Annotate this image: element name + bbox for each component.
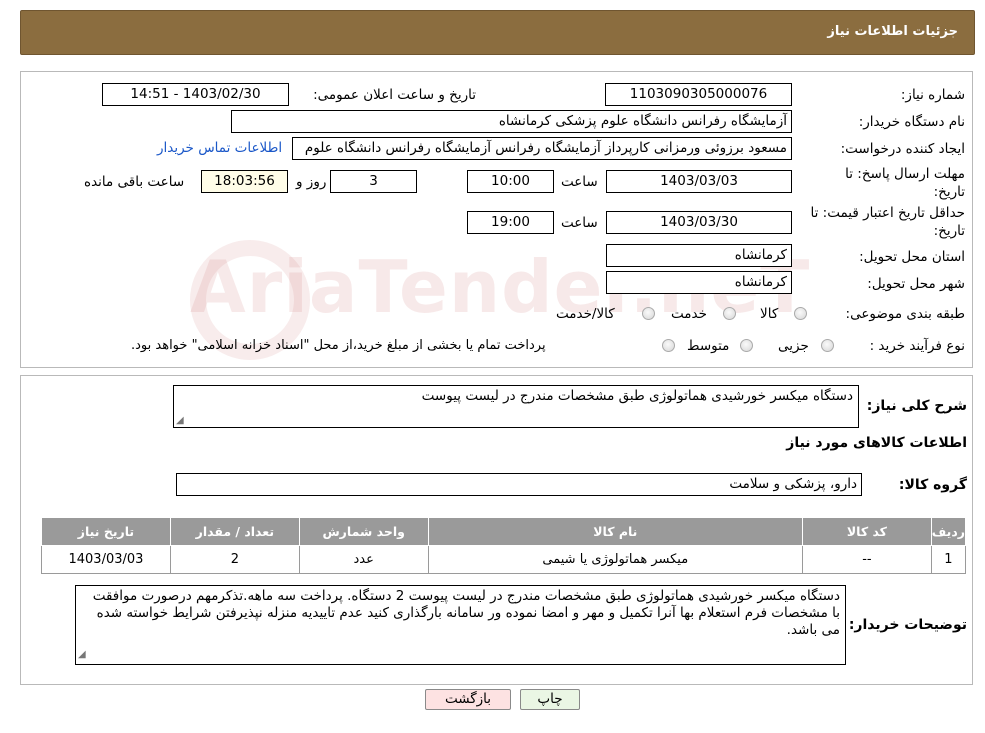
announce-date-field: 1403/02/30 - 14:51 [102,83,289,106]
col-header-quantity: تعداد / مقدار [169,517,300,546]
need-number-field: 1103090305000076 [605,83,792,106]
deadline-label-line2: تاریخ: [933,184,965,200]
creator-label: ایجاد کننده درخواست: [840,141,965,157]
back-button[interactable]: بازگشت [425,689,511,710]
deadline-label-line1: مهلت ارسال پاسخ: تا [845,166,965,182]
delivery-province-label: استان محل تحویل: [859,249,965,265]
announce-date-label: تاریخ و ساعت اعلان عمومی: [313,87,476,103]
goods-group-label: گروه کالا: [898,477,967,493]
deadline-time-label: ساعت [561,174,598,190]
process-type-label: نوع فرآیند خرید : [869,338,965,354]
deadline-date-field: 1403/03/03 [606,170,792,193]
days-remaining-field: 3 [330,170,417,193]
category-option-goods: کالا [760,306,779,322]
buyer-contact-link[interactable]: اطلاعات تماس خریدار [157,140,282,156]
col-header-need-date: تاریخ نیاز [41,517,171,546]
remaining-time-label: ساعت باقی مانده [84,174,185,190]
resize-grip-icon[interactable]: ◢ [78,646,86,663]
price-validity-label-line1: حداقل تاریخ اعتبار قیمت: تا [810,205,965,221]
buyer-org-field: آزمایشگاه رفرانس دانشگاه علوم پزشکی کرما… [231,110,792,133]
category-option-goods-service: کالا/خدمت [556,306,615,322]
print-button[interactable]: چاپ [520,689,580,710]
col-header-goods-code: کد کالا [802,517,932,546]
cell-goods-name: میکسر هماتولوژی یا شیمی [427,545,804,574]
goods-group-field: دارو، پزشکی و سلامت [176,473,862,496]
goods-table: ردیف کد کالا نام کالا واحد شمارش تعداد /… [41,517,967,574]
cell-goods-code: -- [802,545,932,574]
price-validity-date-field: 1403/03/30 [606,211,792,234]
creator-field: مسعود برزوئی ورمزانی کارپرداز آزمایشگاه … [292,137,792,160]
delivery-city-field: کرمانشاه [606,271,792,294]
category-radio-goods[interactable] [794,307,807,320]
need-summary-label: شرح کلی نیاز: [866,398,967,414]
page-title: جزئیات اطلاعات نیاز [827,24,958,39]
process-radio-minor[interactable] [821,339,834,352]
remaining-time-field: 18:03:56 [201,170,288,193]
col-header-row-number: ردیف [930,517,967,546]
table-row: 1 -- میکسر هماتولوژی یا شیمی عدد 2 1403/… [41,545,967,574]
process-option-medium: متوسط [687,338,730,354]
need-summary-text: دستگاه میکسر خورشیدی هماتولوژی طبق مشخصا… [421,388,853,404]
need-summary-field: دستگاه میکسر خورشیدی هماتولوژی طبق مشخصا… [173,385,859,428]
resize-grip-icon[interactable]: ◢ [176,415,184,426]
buyer-notes-field: دستگاه میکسر خورشیدی هماتولوژی طبق مشخصا… [75,585,846,665]
category-option-service: خدمت [671,306,707,322]
deadline-time-field: 10:00 [467,170,554,193]
price-validity-time-label: ساعت [561,215,598,231]
days-label: روز و [296,174,327,190]
category-label: طبقه بندی موضوعی: [845,306,965,322]
goods-info-title: اطلاعات کالاهای مورد نیاز [786,435,967,451]
cell-unit: عدد [298,545,429,574]
goods-table-header-row: ردیف کد کالا نام کالا واحد شمارش تعداد /… [41,517,967,546]
col-header-unit: واحد شمارش [298,517,429,546]
col-header-goods-name: نام کالا [427,517,804,546]
process-radio-medium[interactable] [740,339,753,352]
cell-need-date: 1403/03/03 [41,545,171,574]
page-header: جزئیات اطلاعات نیاز [20,10,975,55]
category-radio-service[interactable] [723,307,736,320]
buyer-notes-text: دستگاه میکسر خورشیدی هماتولوژی طبق مشخصا… [92,588,840,638]
delivery-province-field: کرمانشاه [606,244,792,267]
cell-row-number: 1 [930,545,967,574]
treasury-payment-checkbox[interactable] [662,339,675,352]
process-option-minor: جزیی [778,338,809,354]
category-radio-goods-service[interactable] [642,307,655,320]
delivery-city-label: شهر محل تحویل: [867,276,965,292]
need-number-label: شماره نیاز: [900,87,965,103]
cell-quantity: 2 [169,545,300,574]
buyer-notes-label: توضیحات خریدار: [848,617,967,633]
price-validity-time-field: 19:00 [467,211,554,234]
price-validity-label-line2: تاریخ: [933,223,965,239]
treasury-payment-note: پرداخت تمام یا بخشی از مبلغ خرید،از محل … [131,338,546,353]
buyer-org-label: نام دستگاه خریدار: [858,114,965,130]
